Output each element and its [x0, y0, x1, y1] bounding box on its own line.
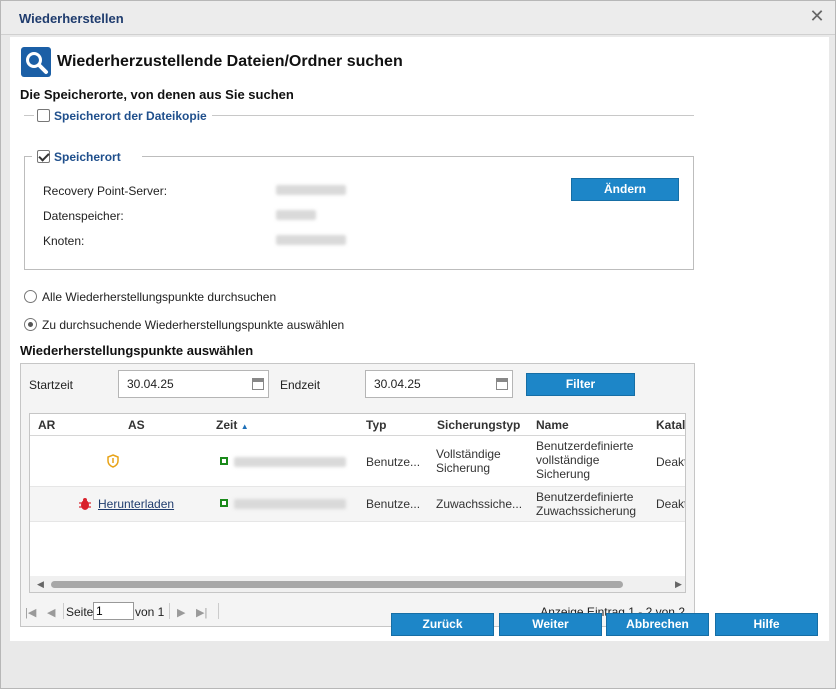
file-copy-checkbox[interactable] — [37, 109, 50, 122]
change-button[interactable]: Ändern — [571, 178, 679, 201]
end-date-value: 30.04.25 — [374, 377, 421, 391]
shield-icon — [107, 454, 119, 471]
node-label: Knoten: — [43, 234, 85, 248]
column-header-type[interactable]: Typ — [366, 418, 386, 432]
download-link[interactable]: Herunterladen — [98, 497, 174, 511]
page-title: Wiederherzustellende Dateien/Ordner such… — [57, 53, 403, 70]
cell-type: Benutze... — [366, 455, 421, 469]
column-header-catalog[interactable]: Katalo — [656, 418, 685, 432]
last-page-icon[interactable]: ▶| — [196, 606, 207, 619]
bug-icon — [78, 497, 92, 514]
filter-button[interactable]: Filter — [526, 373, 635, 396]
first-page-icon[interactable]: |◀ — [25, 606, 36, 619]
table-row[interactable]: Herunterladen Benutze... Zuwachssiche...… — [30, 487, 685, 522]
calendar-icon[interactable] — [252, 378, 264, 390]
cancel-button[interactable]: Abbrechen — [606, 613, 709, 636]
next-button[interactable]: Weiter — [499, 613, 602, 636]
search-all-radio[interactable] — [24, 290, 37, 303]
cell-backup-type: Zuwachssiche... — [436, 497, 523, 511]
sort-ascending-icon: ▲ — [240, 422, 249, 431]
status-icon — [220, 499, 228, 507]
cell-name: Benutzerdefinierte vollständige Sicherun… — [536, 439, 634, 481]
recovery-points-grid: AR AS Zeit ▲ Typ Sicherungstyp Name Kata… — [29, 413, 686, 593]
location-checkbox[interactable] — [37, 150, 50, 163]
recovery-points-panel: Startzeit 30.04.25 Endzeit 30.04.25 Filt… — [20, 363, 695, 627]
column-header-as[interactable]: AS — [128, 418, 145, 432]
status-icon — [220, 457, 228, 465]
column-header-ar[interactable]: AR — [38, 418, 55, 432]
end-time-label: Endzeit — [280, 378, 321, 392]
calendar-icon[interactable] — [496, 378, 508, 390]
scroll-left-icon[interactable]: ◀ — [37, 579, 44, 590]
time-value-redacted — [234, 457, 346, 467]
column-header-time[interactable]: Zeit ▲ — [216, 418, 249, 432]
next-page-icon[interactable]: ▶ — [177, 606, 185, 619]
cell-type: Benutze... — [366, 497, 421, 511]
page-number-input[interactable] — [93, 602, 134, 620]
back-button[interactable]: Zurück — [391, 613, 494, 636]
search-icon — [21, 47, 51, 77]
column-header-backup-type[interactable]: Sicherungstyp — [437, 418, 520, 432]
start-date-input[interactable]: 30.04.25 — [118, 370, 269, 398]
title-bar: Wiederherstellen ✕ — [1, 1, 835, 35]
page-label: Seite — [66, 605, 94, 619]
start-time-label: Startzeit — [29, 378, 74, 392]
horizontal-scrollbar[interactable]: ◀ ▶ — [30, 576, 685, 592]
grid-header: AR AS Zeit ▲ Typ Sicherungstyp Name Kata… — [30, 414, 685, 436]
location-label: Speicherort — [54, 150, 121, 164]
page-total-label: von 1 — [135, 605, 165, 619]
search-selected-label: Zu durchsuchende Wiederherstellungspunkt… — [42, 318, 345, 332]
node-value-redacted — [276, 235, 346, 245]
column-header-name[interactable]: Name — [536, 418, 569, 432]
file-copy-label: Speicherort der Dateikopie — [54, 109, 207, 123]
locations-section-label: Die Speicherorte, von denen aus Sie such… — [20, 87, 294, 102]
cell-backup-type: Vollständige Sicherung — [436, 447, 501, 475]
window-title: Wiederherstellen — [19, 11, 124, 26]
prev-page-icon[interactable]: ◀ — [47, 606, 55, 619]
divider — [24, 115, 34, 116]
start-date-value: 30.04.25 — [127, 377, 174, 391]
time-value-redacted — [234, 499, 346, 509]
rps-label: Recovery Point-Server: — [43, 184, 168, 198]
location-fieldset — [24, 156, 694, 270]
search-selected-radio[interactable] — [24, 318, 37, 331]
datastore-label: Datenspeicher: — [43, 209, 124, 223]
cell-catalog: Deaktiv — [656, 497, 685, 511]
table-row[interactable]: Benutze... Vollständige Sicherung Benutz… — [30, 436, 685, 487]
rps-value-redacted — [276, 185, 346, 195]
scrollbar-thumb[interactable] — [51, 581, 623, 588]
divider — [169, 603, 170, 619]
divider — [218, 603, 219, 619]
divider — [212, 115, 694, 116]
end-date-input[interactable]: 30.04.25 — [365, 370, 513, 398]
help-button[interactable]: Hilfe — [715, 613, 818, 636]
recovery-section-label: Wiederherstellungspunkte auswählen — [20, 343, 254, 358]
scroll-right-icon[interactable]: ▶ — [675, 579, 682, 590]
datastore-value-redacted — [276, 210, 316, 220]
close-icon[interactable]: ✕ — [807, 6, 827, 26]
dialog-content: Wiederherzustellende Dateien/Ordner such… — [10, 37, 829, 641]
restore-dialog: Wiederherstellen ✕ Wiederherzustellende … — [0, 0, 836, 689]
divider — [63, 603, 64, 619]
cell-name: Benutzerdefinierte Zuwachssicherung — [536, 490, 637, 518]
search-all-label: Alle Wiederherstellungspunkte durchsuche… — [42, 290, 277, 304]
column-header-time-label: Zeit — [216, 418, 238, 432]
cell-catalog: Deaktiv — [656, 455, 685, 469]
